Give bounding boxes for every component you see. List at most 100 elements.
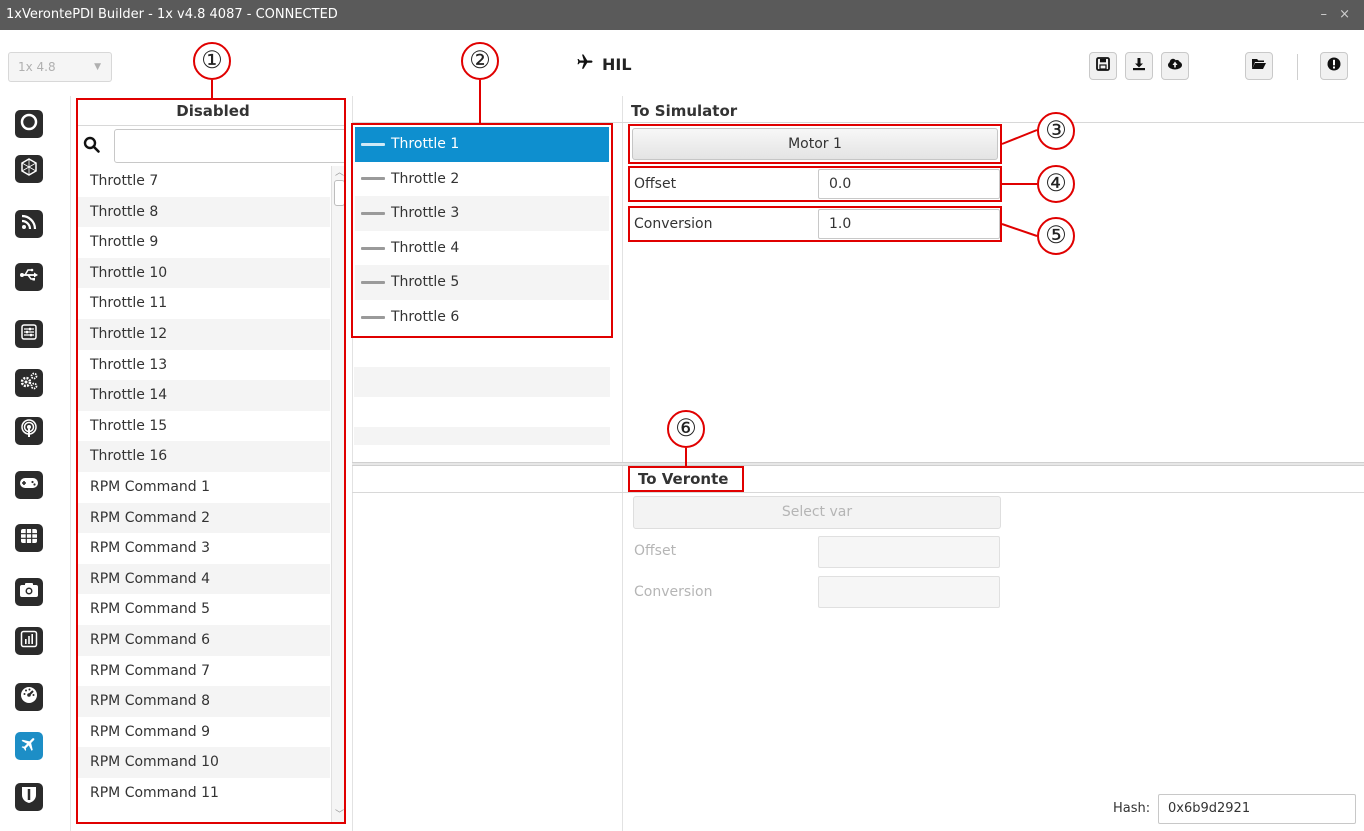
- rss-icon: [20, 213, 38, 235]
- open-folder-button[interactable]: [1245, 52, 1273, 80]
- list-item[interactable]: Throttle 2: [355, 162, 609, 197]
- search-input[interactable]: [114, 129, 344, 163]
- list-item-label: Throttle 1: [391, 136, 460, 152]
- sidebar-item-hil[interactable]: [15, 732, 43, 760]
- folder-open-icon: [1251, 57, 1267, 75]
- list-item[interactable]: Throttle 5: [355, 265, 609, 300]
- list-item[interactable]: Throttle 10: [78, 257, 330, 289]
- disabled-panel: Disabled Throttle 7 Throttle 8 Throttle …: [76, 98, 346, 824]
- conversion-row: Conversion 1.0: [628, 206, 1002, 242]
- list-item[interactable]: Throttle 12: [78, 318, 330, 350]
- alert-button[interactable]: [1320, 52, 1348, 80]
- sidebar-item-power[interactable]: [15, 110, 43, 138]
- chevron-up-icon[interactable]: ︿: [332, 166, 344, 180]
- sidebar-item-hexagon[interactable]: [15, 155, 43, 183]
- download-button[interactable]: [1125, 52, 1153, 80]
- chevron-down-icon[interactable]: ﹀: [332, 808, 344, 822]
- veronte-conversion-field[interactable]: [818, 576, 1000, 608]
- list-item[interactable]: Throttle 6: [355, 300, 609, 335]
- sidebar-item-shield[interactable]: [15, 783, 43, 811]
- sidebar-item-gauge[interactable]: [15, 683, 43, 711]
- list-item-label: Throttle 3: [391, 205, 460, 222]
- version-dropdown[interactable]: 1x 4.8 ▼: [8, 52, 112, 82]
- list-item[interactable]: Throttle 9: [78, 227, 330, 258]
- dash-icon: [361, 177, 385, 181]
- select-var-button[interactable]: Select var: [633, 496, 1001, 529]
- sidebar-item-sliders[interactable]: [15, 320, 43, 348]
- offset-row: Offset 0.0: [628, 166, 1002, 202]
- version-value: 1x 4.8: [18, 60, 56, 74]
- page-title: HIL: [576, 50, 632, 80]
- conversion-field[interactable]: 1.0: [818, 209, 1000, 239]
- veronte-conversion-label: Conversion: [634, 584, 713, 600]
- grid-icon: [20, 527, 38, 549]
- offset-field[interactable]: 0.0: [818, 169, 1000, 199]
- floppy-icon: [1096, 57, 1110, 75]
- sidebar-item-broadcast[interactable]: [15, 417, 43, 445]
- list-item[interactable]: RPM Command 3: [78, 533, 330, 564]
- to-simulator-header: To Simulator: [631, 102, 738, 120]
- broadcast-icon: [20, 419, 38, 443]
- to-veronte-header: To Veronte: [628, 466, 744, 492]
- scrollbar-thumb[interactable]: [334, 180, 344, 206]
- header-underline: [352, 492, 1364, 493]
- page-title-text: HIL: [602, 55, 632, 74]
- list-item[interactable]: RPM Command 1: [78, 472, 330, 503]
- list-item[interactable]: Throttle 14: [78, 380, 330, 411]
- window-title-bar: 1xVerontePDI Builder - 1x v4.8 4087 - CO…: [0, 0, 1364, 30]
- sidebar-item-gears[interactable]: [15, 369, 43, 397]
- list-item[interactable]: RPM Command 8: [78, 686, 330, 717]
- callout-2: ②: [461, 42, 499, 80]
- search-icon: [83, 136, 101, 158]
- list-item[interactable]: Throttle 3: [355, 196, 609, 231]
- disabled-list-scrollbar[interactable]: ︿ ﹀: [331, 166, 344, 822]
- sidebar-item-usb[interactable]: [15, 263, 43, 291]
- list-item[interactable]: Throttle 7: [78, 166, 330, 197]
- sidebar: [0, 96, 71, 831]
- list-item-label: Throttle 5: [391, 274, 460, 291]
- list-item[interactable]: RPM Command 2: [78, 502, 330, 534]
- list-item[interactable]: RPM Command 9: [78, 717, 330, 748]
- sidebar-item-camera[interactable]: [15, 578, 43, 606]
- sidebar-item-grid[interactable]: [15, 524, 43, 552]
- dash-icon: [361, 142, 385, 146]
- airplane-icon: [576, 51, 594, 81]
- list-item[interactable]: Throttle 15: [78, 411, 330, 442]
- list-item[interactable]: Throttle 4: [355, 231, 609, 266]
- list-item[interactable]: Throttle 8: [78, 196, 330, 228]
- list-item[interactable]: Throttle 11: [78, 288, 330, 319]
- sidebar-item-gamepad[interactable]: [15, 471, 43, 499]
- list-item[interactable]: RPM Command 4: [78, 563, 330, 595]
- list-item[interactable]: RPM Command 11: [78, 778, 330, 809]
- exclamation-icon: [1327, 57, 1341, 75]
- splitter[interactable]: [352, 462, 1364, 466]
- chevron-down-icon: ▼: [94, 62, 101, 72]
- header-underline: [78, 125, 344, 126]
- list-item-label: Throttle 6: [391, 308, 460, 325]
- veronte-offset-label: Offset: [634, 543, 677, 559]
- window-controls[interactable]: – ×: [1320, 0, 1354, 30]
- list-item[interactable]: Throttle 1: [355, 127, 609, 162]
- simulator-var-button[interactable]: Motor 1: [632, 128, 998, 160]
- callout-5: ⑤: [1037, 217, 1075, 255]
- veronte-offset-field[interactable]: [818, 536, 1000, 568]
- callout-3: ③: [1037, 112, 1075, 150]
- list-item[interactable]: RPM Command 6: [78, 624, 330, 656]
- toolbar-separator: [1297, 54, 1298, 80]
- list-item[interactable]: RPM Command 10: [78, 747, 330, 778]
- hash-label: Hash:: [1113, 801, 1151, 816]
- disabled-header: Disabled: [176, 102, 250, 120]
- list-item[interactable]: Throttle 13: [78, 350, 330, 381]
- enabled-list-empty-rows: [354, 337, 610, 445]
- sidebar-item-chart[interactable]: [15, 627, 43, 655]
- gears-icon: [19, 371, 39, 395]
- list-item[interactable]: Throttle 16: [78, 441, 330, 472]
- hash-field[interactable]: 0x6b9d2921: [1158, 794, 1356, 824]
- cloud-upload-icon: [1167, 57, 1183, 75]
- cloud-upload-button[interactable]: [1161, 52, 1189, 80]
- sidebar-item-rss[interactable]: [15, 210, 43, 238]
- list-item[interactable]: RPM Command 7: [78, 656, 330, 687]
- save-button[interactable]: [1089, 52, 1117, 80]
- callout-4: ④: [1037, 165, 1075, 203]
- list-item[interactable]: RPM Command 5: [78, 594, 330, 625]
